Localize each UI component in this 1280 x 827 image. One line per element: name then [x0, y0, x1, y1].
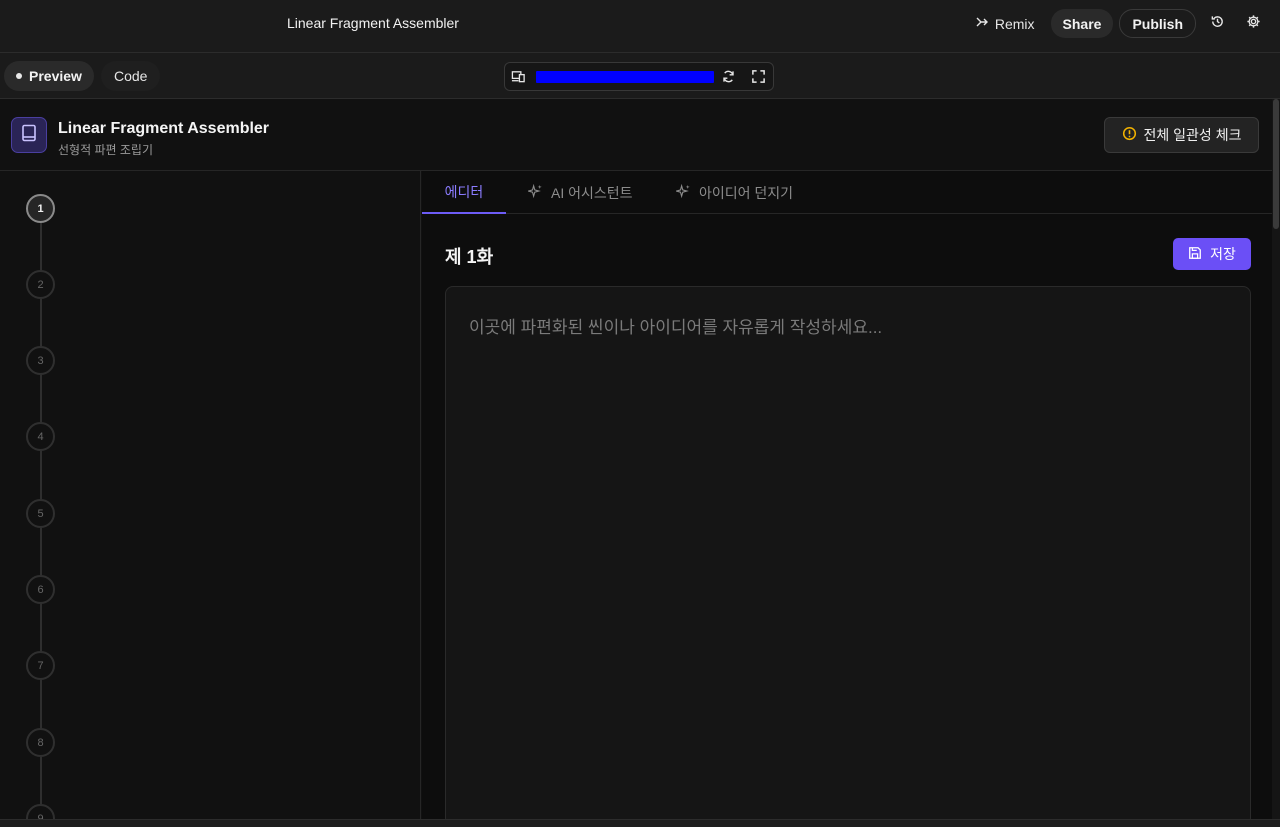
- remix-button[interactable]: Remix: [965, 10, 1045, 38]
- editor-tabs: 에디터 AI 어시스턴트 아이디어 던지기: [422, 171, 1272, 214]
- bottom-edge: [0, 819, 1280, 827]
- timeline-node[interactable]: 6: [26, 575, 55, 604]
- fragment-textarea[interactable]: 이곳에 파편화된 씬이나 아이디어를 자유롭게 작성하세요...: [445, 286, 1251, 826]
- book-logo: [11, 117, 47, 153]
- book-icon: [21, 124, 37, 147]
- top-actions: Remix Share Publish: [965, 9, 1268, 38]
- code-tab[interactable]: Code: [101, 61, 161, 91]
- save-icon: [1188, 246, 1202, 263]
- editor-panel: 에디터 AI 어시스턴트 아이디어 던지기 제 1화 저장 이곳에 파편화된 씬…: [422, 171, 1272, 826]
- project-subtitle: 선형적 파편 조립기: [58, 143, 153, 157]
- consistency-check-label: 전체 일관성 체크: [1143, 127, 1242, 143]
- timeline-node[interactable]: 8: [26, 728, 55, 757]
- gear-icon: [1246, 14, 1261, 34]
- history-button[interactable]: [1202, 10, 1232, 38]
- url-bar[interactable]: [504, 62, 774, 91]
- project-title: Linear Fragment Assembler: [58, 120, 270, 137]
- history-icon: [1210, 14, 1225, 34]
- devices-icon[interactable]: [511, 69, 526, 89]
- top-bar: Linear Fragment Assembler Remix Share Pu…: [0, 0, 1280, 53]
- view-toolbar: Preview Code: [0, 53, 1280, 99]
- remix-icon: [975, 15, 989, 32]
- timeline-node[interactable]: 9: [26, 804, 55, 819]
- sparkles-icon: [526, 183, 543, 202]
- settings-button[interactable]: [1238, 10, 1268, 38]
- timeline-node[interactable]: 3: [26, 346, 55, 375]
- episode-title: 제 1화: [445, 247, 494, 267]
- save-label: 저장: [1210, 246, 1236, 262]
- textarea-placeholder: 이곳에 파편화된 씬이나 아이디어를 자유롭게 작성하세요...: [469, 318, 883, 337]
- timeline-node[interactable]: 4: [26, 422, 55, 451]
- preview-label: Preview: [29, 68, 82, 84]
- active-dot-icon: [16, 73, 22, 79]
- tab-ai-assistant[interactable]: AI 어시스턴트: [526, 171, 633, 214]
- scrollbar-thumb[interactable]: [1273, 99, 1279, 229]
- tab-editor[interactable]: 에디터: [422, 171, 506, 214]
- timeline-node[interactable]: 7: [26, 651, 55, 680]
- share-button[interactable]: Share: [1050, 9, 1114, 38]
- tab-idea-toss[interactable]: 아이디어 던지기: [674, 171, 794, 214]
- alert-circle-icon: [1122, 126, 1137, 144]
- preview-tab[interactable]: Preview: [4, 61, 94, 91]
- publish-button[interactable]: Publish: [1119, 9, 1196, 38]
- save-button[interactable]: 저장: [1173, 238, 1251, 270]
- remix-label: Remix: [994, 15, 1035, 32]
- consistency-check-button[interactable]: 전체 일관성 체크: [1104, 117, 1259, 153]
- app-header: Linear Fragment Assembler 선형적 파편 조립기 전체 …: [0, 99, 1272, 171]
- tab-idea-toss-label: 아이디어 던지기: [699, 184, 794, 201]
- url-redacted: [536, 71, 714, 83]
- sparkles-icon: [674, 183, 691, 202]
- app-title: Linear Fragment Assembler: [287, 15, 459, 31]
- timeline-node[interactable]: 2: [26, 270, 55, 299]
- timeline-node[interactable]: 5: [26, 499, 55, 528]
- episode-timeline: 1 2 3 4 5 6 7 8 9: [0, 171, 421, 819]
- fullscreen-icon[interactable]: [751, 69, 766, 89]
- timeline-node[interactable]: 1: [26, 194, 55, 223]
- tab-ai-assistant-label: AI 어시스턴트: [551, 184, 633, 201]
- tab-editor-label: 에디터: [444, 183, 484, 200]
- reload-icon[interactable]: [721, 69, 736, 89]
